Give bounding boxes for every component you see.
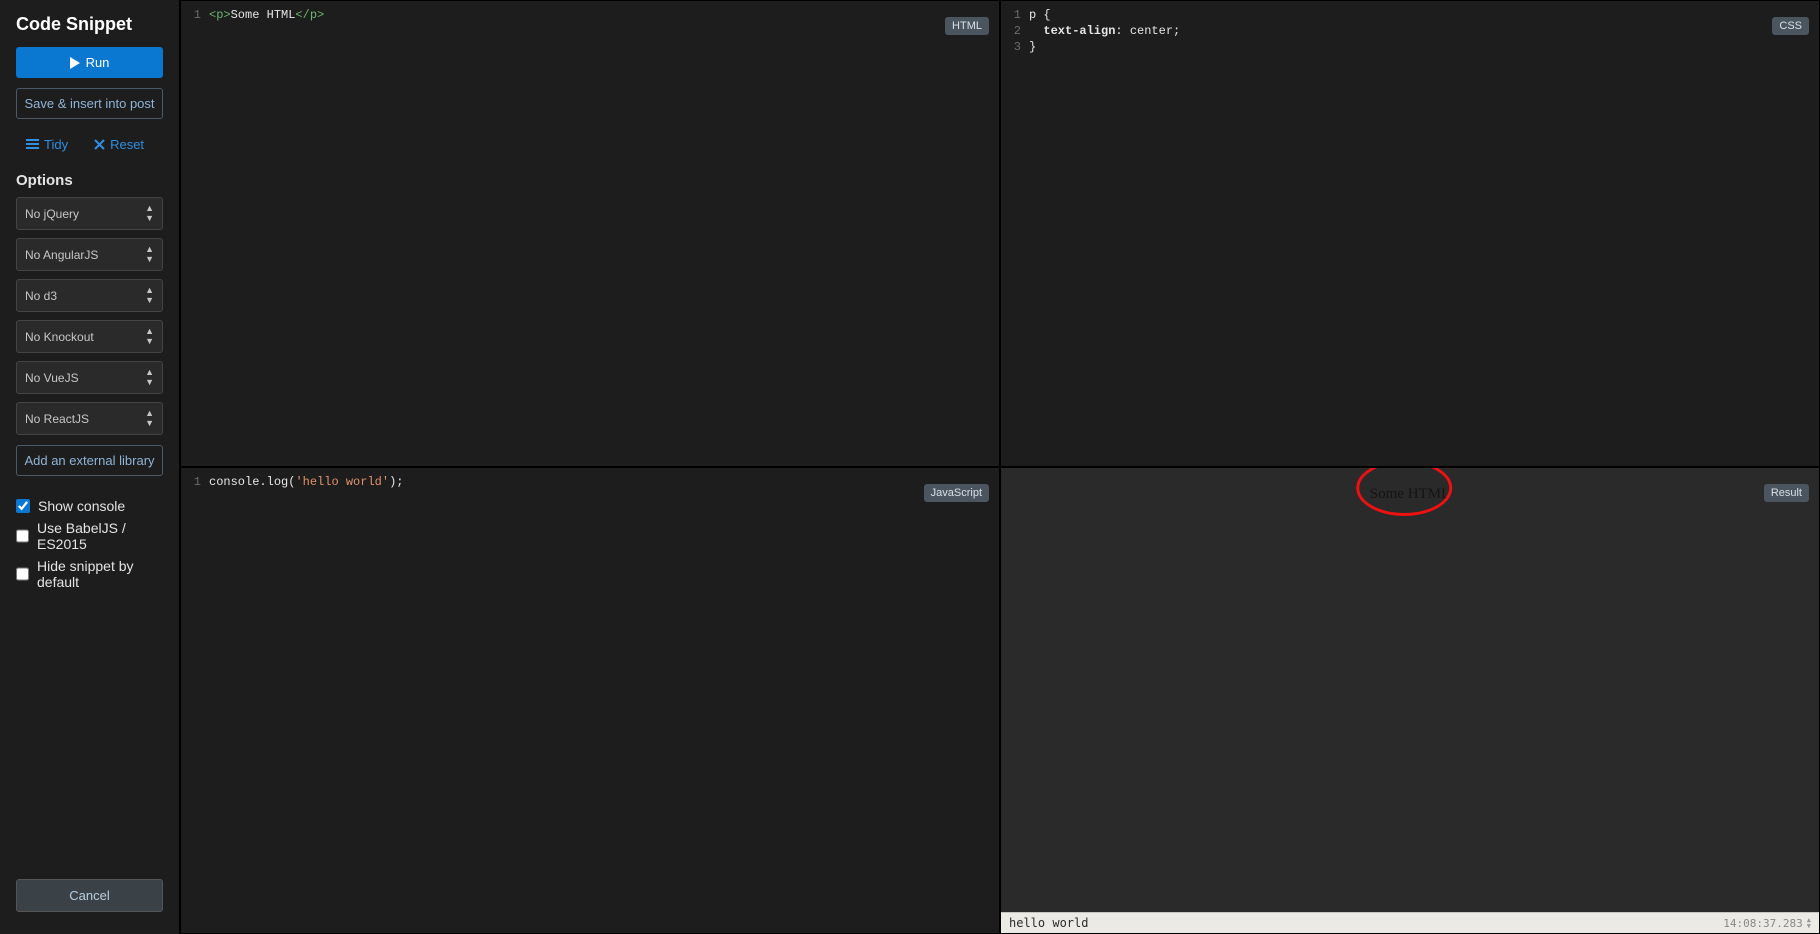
html-pane-label: HTML [945,17,989,35]
code-line[interactable]: 1<p>Some HTML</p> [181,7,999,23]
select-caret-icon: ▲▼ [145,327,154,346]
result-body: Some HTML [1001,468,1819,912]
code-line[interactable]: 1p { [1001,7,1819,23]
line-number: 1 [181,474,209,490]
library-select-3[interactable]: No Knockout ▲▼ [16,320,163,353]
options-title: Options [16,172,163,189]
select-value: No d3 [25,289,57,303]
code-line[interactable]: 2 text-align: center; [1001,23,1819,39]
checkbox-row-0[interactable]: Show console [16,498,163,514]
app-title: Code Snippet [16,14,163,35]
code-line[interactable]: 3} [1001,39,1819,55]
code-line[interactable]: 1console.log('hello world'); [181,474,999,490]
console-bar: hello world 14:08:37.283 ▲▼ [1001,912,1819,933]
reset-button[interactable]: Reset [94,137,144,152]
sidebar: Code Snippet Run Save & insert into post… [0,0,180,934]
html-pane[interactable]: HTML 1<p>Some HTML</p> [180,0,1000,467]
checkbox-0[interactable] [16,499,30,513]
library-select-0[interactable]: No jQuery ▲▼ [16,197,163,230]
checkbox-label: Hide snippet by default [37,558,163,590]
play-icon [70,57,80,69]
select-caret-icon: ▲▼ [145,204,154,223]
code-content[interactable]: console.log('hello world'); [209,474,403,490]
code-content[interactable]: text-align: center; [1029,23,1180,39]
save-insert-button[interactable]: Save & insert into post [16,88,163,119]
options-selects: No jQuery▲▼No AngularJS▲▼No d3▲▼No Knock… [16,197,163,443]
link-row: Tidy Reset [26,137,163,152]
select-caret-icon: ▲▼ [145,409,154,428]
line-number: 1 [181,7,209,23]
result-output-text: Some HTML [1370,486,1450,503]
select-value: No AngularJS [25,248,98,262]
checkbox-label: Use BabelJS / ES2015 [37,520,163,552]
stepper-icon[interactable]: ▲▼ [1807,917,1811,929]
cancel-label: Cancel [69,888,109,903]
reset-label: Reset [110,137,144,152]
line-number: 3 [1001,39,1029,55]
checkbox-row-2[interactable]: Hide snippet by default [16,558,163,590]
select-value: No jQuery [25,207,79,221]
select-value: No VueJS [25,371,79,385]
library-select-5[interactable]: No ReactJS ▲▼ [16,402,163,435]
js-pane-label: JavaScript [924,484,989,502]
select-caret-icon: ▲▼ [145,368,154,387]
html-code[interactable]: 1<p>Some HTML</p> [181,1,999,29]
console-time-value: 14:08:37.283 [1723,917,1802,930]
css-pane-label: CSS [1772,17,1809,35]
checkbox-label: Show console [38,498,125,514]
checkbox-2[interactable] [16,567,29,581]
close-icon [94,139,105,150]
select-value: No Knockout [25,330,94,344]
run-button-label: Run [86,55,110,70]
add-library-label: Add an external library [24,453,154,468]
checkbox-row-1[interactable]: Use BabelJS / ES2015 [16,520,163,552]
save-insert-label: Save & insert into post [24,96,154,111]
select-caret-icon: ▲▼ [145,286,154,305]
library-select-4[interactable]: No VueJS ▲▼ [16,361,163,394]
select-caret-icon: ▲▼ [145,245,154,264]
css-code[interactable]: 1p {2 text-align: center;3} [1001,1,1819,61]
tidy-icon [26,139,39,150]
library-select-1[interactable]: No AngularJS ▲▼ [16,238,163,271]
code-content[interactable]: p { [1029,7,1051,23]
add-library-button[interactable]: Add an external library [16,445,163,476]
select-value: No ReactJS [25,412,89,426]
checkbox-group: Show console Use BabelJS / ES2015 Hide sni… [16,498,163,596]
line-number: 1 [1001,7,1029,23]
console-output: hello world [1009,916,1088,930]
run-button[interactable]: Run [16,47,163,78]
code-content[interactable]: <p>Some HTML</p> [209,7,324,23]
checkbox-1[interactable] [16,529,29,543]
tidy-label: Tidy [44,137,68,152]
console-timestamp: 14:08:37.283 ▲▼ [1723,917,1811,930]
js-code[interactable]: 1console.log('hello world'); [181,468,999,496]
library-select-2[interactable]: No d3 ▲▼ [16,279,163,312]
main-grid: HTML 1<p>Some HTML</p> CSS 1p {2 text-al… [180,0,1820,934]
cancel-button[interactable]: Cancel [16,879,163,912]
code-content[interactable]: } [1029,39,1036,55]
result-pane: Result Some HTML hello world 14:08:37.28… [1000,467,1820,934]
tidy-button[interactable]: Tidy [26,137,68,152]
js-pane[interactable]: JavaScript 1console.log('hello world'); [180,467,1000,934]
css-pane[interactable]: CSS 1p {2 text-align: center;3} [1000,0,1820,467]
line-number: 2 [1001,23,1029,39]
